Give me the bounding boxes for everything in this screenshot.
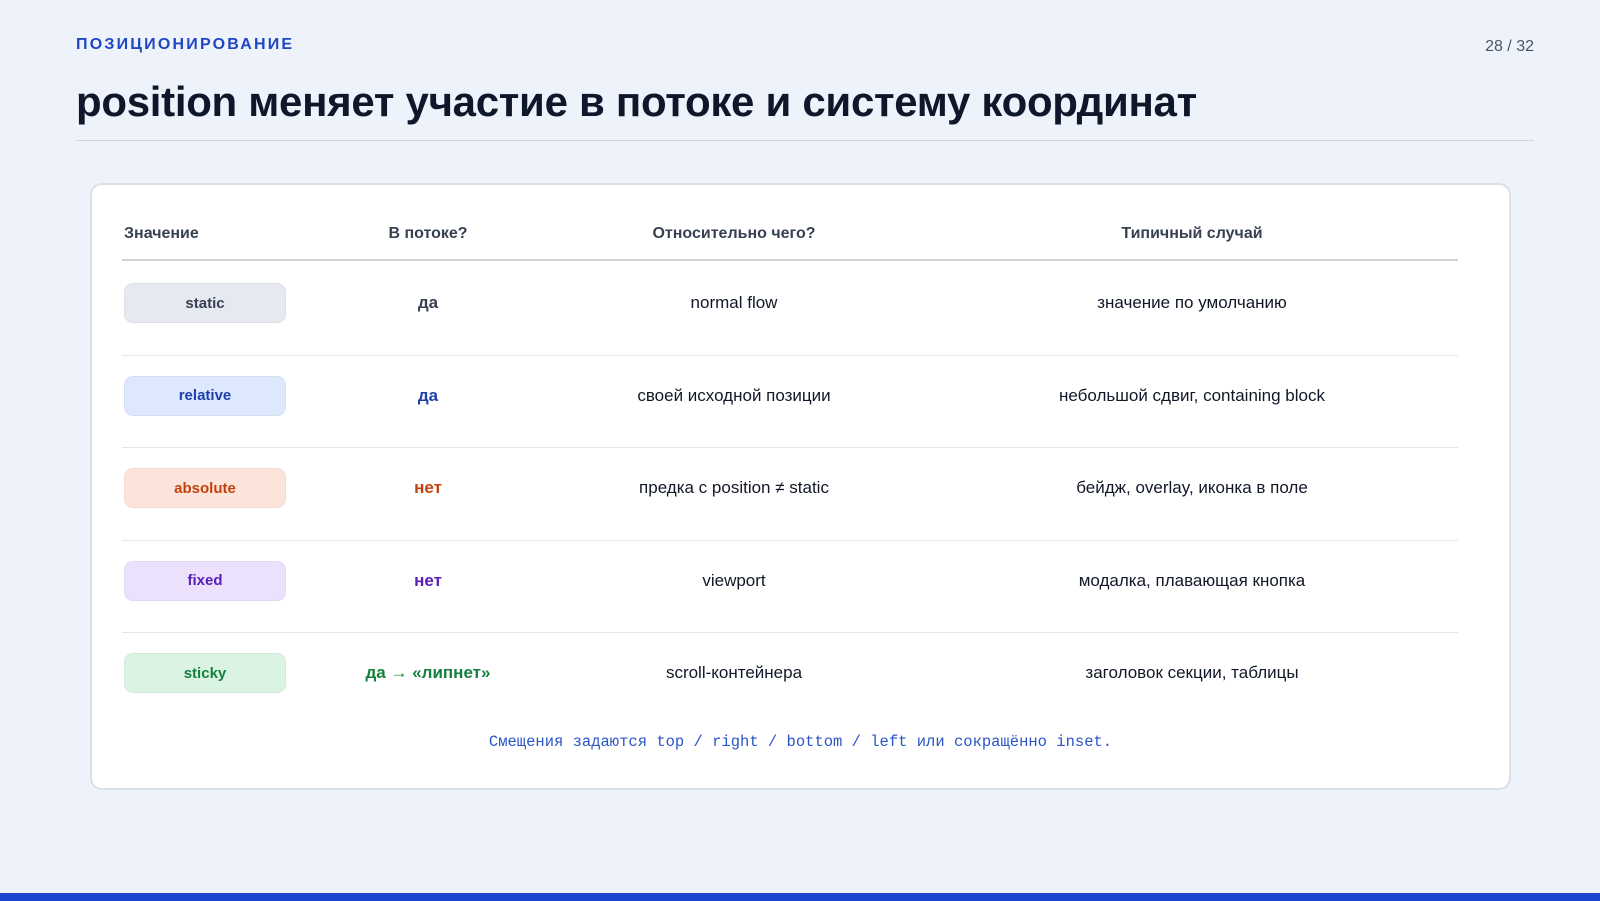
table-row: fixed нет viewport модалка, плавающая кн… <box>122 541 1458 633</box>
table-row: sticky да → «липнет» scroll-контейнера з… <box>122 633 1458 726</box>
typical-case-cell: бейдж, overlay, иконка в поле <box>1076 478 1308 497</box>
table-header-row: Значение В потоке? Относительно чего? Ти… <box>122 225 1458 261</box>
column-header-in-flow: В потоке? <box>388 225 468 242</box>
table-row: absolute нет предка с position ≠ static … <box>122 448 1458 541</box>
column-header-relative-to: Относительно чего? <box>652 225 816 242</box>
footnote: Смещения задаются top / right / bottom /… <box>488 733 1113 751</box>
relative-to-cell: normal flow <box>690 293 778 312</box>
page-number: 28 / 32 <box>1485 38 1534 55</box>
value-pill-relative: relative <box>124 375 286 416</box>
bottom-accent-bar <box>0 893 1600 901</box>
typical-case-cell: модалка, плавающая кнопка <box>1078 570 1306 590</box>
relative-to-cell: своей исходной позиции <box>637 385 831 405</box>
in-flow-cell: да → «липнет» <box>365 663 491 682</box>
table-card: Значение В потоке? Относительно чего? Ти… <box>90 183 1511 790</box>
typical-case-cell: заголовок секции, таблицы <box>1085 663 1299 682</box>
in-flow-cell: да <box>417 385 439 405</box>
title-divider <box>76 140 1534 141</box>
typical-case-cell: небольшой сдвиг, containing block <box>1059 385 1325 405</box>
table-row: static да normal flow значение по умолча… <box>122 263 1458 356</box>
in-flow-cell: да <box>417 293 439 312</box>
relative-to-cell: scroll-контейнера <box>665 663 803 682</box>
eyebrow-label: ПОЗИЦИОНИРОВАНИЕ <box>76 36 295 53</box>
relative-to-cell: предка с position ≠ static <box>639 478 829 497</box>
column-header-value: Значение <box>124 225 199 242</box>
table-body: static да normal flow значение по умолча… <box>122 263 1458 726</box>
in-flow-cell: нет <box>414 478 442 497</box>
in-flow-cell: нет <box>414 570 442 590</box>
page-title: position меняет участие в потоке и систе… <box>76 78 1197 125</box>
value-pill-static: static <box>124 283 286 323</box>
relative-to-cell: viewport <box>702 570 766 590</box>
value-pill-absolute: absolute <box>124 468 286 508</box>
value-pill-fixed: fixed <box>124 560 286 601</box>
value-pill-sticky: sticky <box>124 653 286 693</box>
typical-case-cell: значение по умолчанию <box>1097 293 1287 312</box>
column-header-typical-case: Типичный случай <box>1121 225 1263 242</box>
table-row: relative да своей исходной позиции небол… <box>122 356 1458 448</box>
